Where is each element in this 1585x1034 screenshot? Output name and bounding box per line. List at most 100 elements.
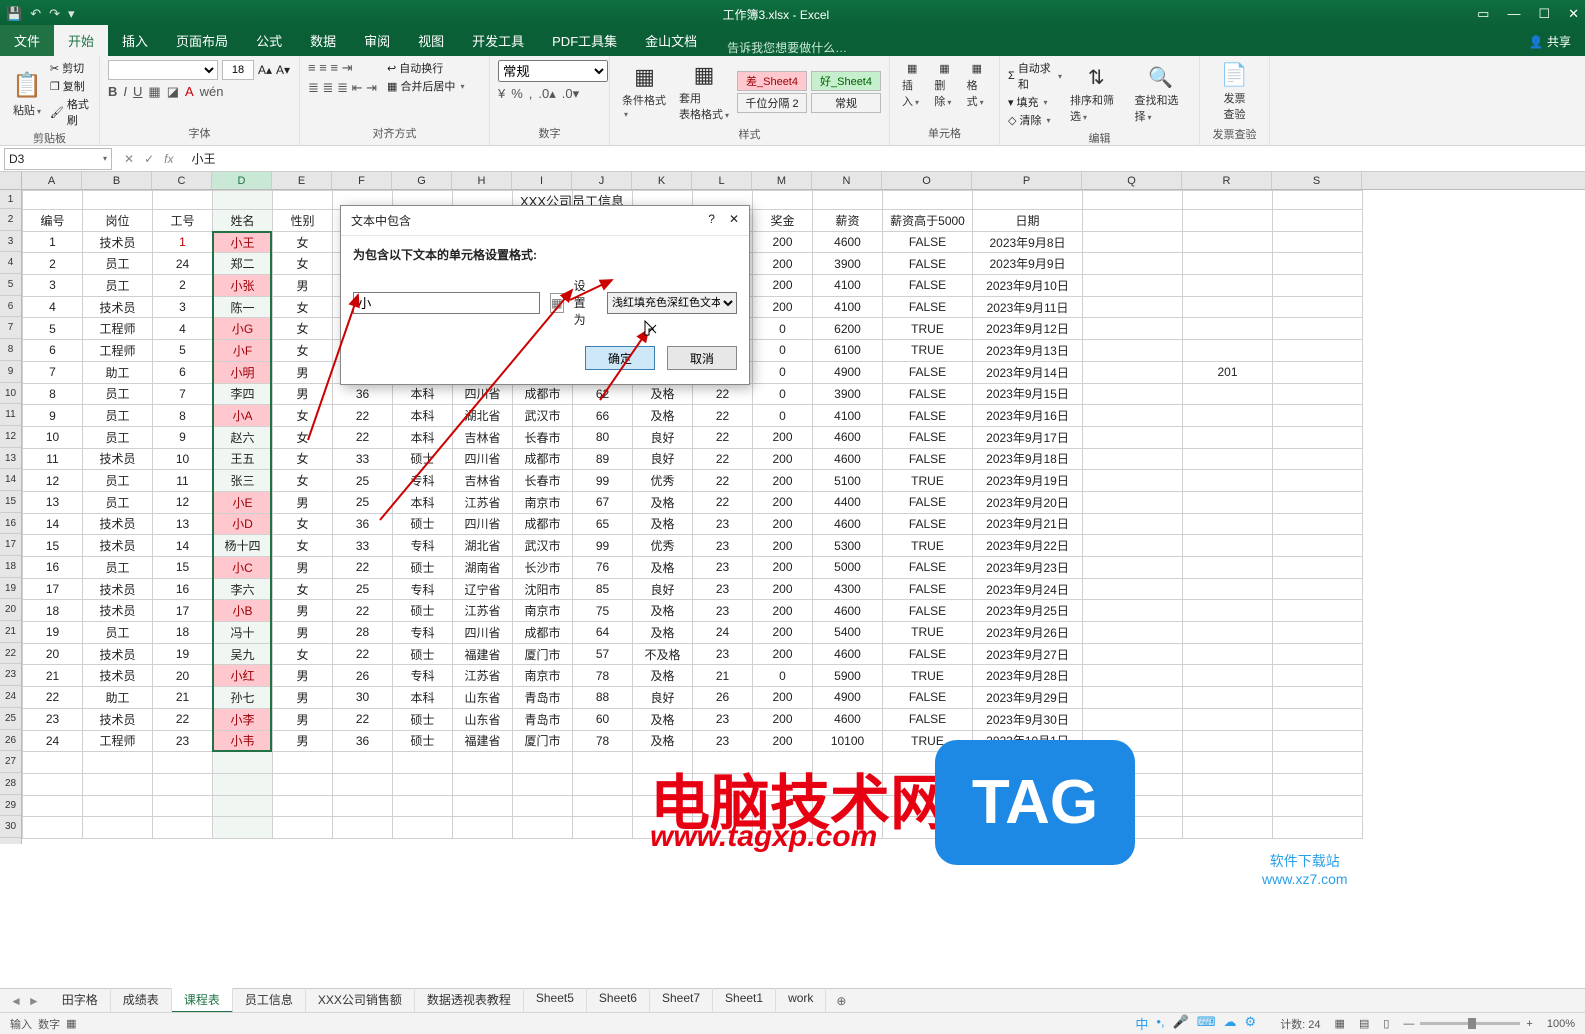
formula-input[interactable]: 小王 [185,148,1585,169]
sheet-tab-work[interactable]: work [776,988,826,1013]
painter-button[interactable]: 🖌 格式刷 [50,96,91,128]
tab-插入[interactable]: 插入 [108,25,162,56]
insert-cells-button[interactable]: ▦插入 [898,60,926,111]
keyboard-icon[interactable]: ⌨ [1197,1014,1216,1033]
fontcolor-icon[interactable]: A [185,84,194,100]
autosum-button[interactable]: Σ 自动求和 [1008,60,1062,92]
sheet-nav-next-icon[interactable]: ► [28,994,40,1008]
punct-icon[interactable]: •, [1156,1014,1164,1033]
sheet-nav-prev-icon[interactable]: ◄ [10,994,22,1008]
ime-icon[interactable]: 中 [1135,1014,1148,1033]
tab-file[interactable]: 文件 [0,25,54,56]
format-cells-button[interactable]: ▦格式 [963,60,991,111]
zoom-percent[interactable]: 100% [1547,1018,1575,1030]
find-select-button[interactable]: 🔍查找和选择 [1131,63,1191,126]
style-bad[interactable]: 差_Sheet4 [737,71,807,91]
tab-视图[interactable]: 视图 [404,25,458,56]
undo-icon[interactable]: ↶ [30,6,41,22]
redo-icon[interactable]: ↷ [49,6,60,22]
grid[interactable]: ABCDEFGHIJKLMNOPQRS 12345678910111213141… [0,172,1585,844]
copy-button[interactable]: ❐ 复制 [50,78,91,94]
formula-bar: D3 ✕ ✓ fx 小王 [0,146,1585,172]
sheet-tab-数据透视表教程[interactable]: 数据透视表教程 [415,988,524,1013]
sheet-tab-成绩表[interactable]: 成绩表 [111,988,172,1013]
shrink-font-icon[interactable]: A▾ [276,63,290,77]
cloud-icon[interactable]: ☁ [1224,1014,1237,1033]
cancel-entry-icon[interactable]: ✕ [124,152,134,166]
minimize-icon[interactable]: — [1507,6,1520,22]
number-format-select[interactable]: 常规 [498,60,608,82]
sheet-tab-Sheet7[interactable]: Sheet7 [650,988,713,1013]
sheet-tab-员工信息[interactable]: 员工信息 [233,988,306,1013]
clear-button[interactable]: ◇ 清除 [1008,112,1062,128]
view-normal-icon[interactable]: ▦ [1335,1017,1345,1030]
fx-icon[interactable]: fx [164,152,173,166]
fill-button[interactable]: ▾ 填充 [1008,94,1062,110]
font-size-input[interactable] [222,60,254,80]
select-all-cell[interactable] [0,172,22,190]
sheet-tab-田字格[interactable]: 田字格 [50,988,111,1013]
mic-icon[interactable]: 🎤 [1173,1014,1189,1033]
format-select[interactable]: 浅红填充色深红色文本 [607,292,737,314]
tab-审阅[interactable]: 审阅 [350,25,404,56]
style-normal[interactable]: 常规 [811,93,881,113]
sheet-tab-课程表[interactable]: 课程表 [172,988,233,1013]
text-contains-dialog: 文本中包含 ? ✕ 为包含以下文本的单元格设置格式: ▦ 设置为 浅红填充色深红… [340,205,750,385]
merge-button[interactable]: ▦ 合并后居中 [387,78,464,94]
view-break-icon[interactable]: ▯ [1383,1017,1389,1030]
italic-icon[interactable]: I [123,84,127,100]
qat-more-icon[interactable]: ▾ [68,6,75,22]
cut-button[interactable]: ✂ 剪切 [50,60,91,76]
bold-icon[interactable]: B [108,84,117,100]
grow-font-icon[interactable]: A▴ [258,63,272,77]
tab-页面布局[interactable]: 页面布局 [162,25,242,56]
dialog-help-icon[interactable]: ? [708,212,715,229]
tab-PDF工具集[interactable]: PDF工具集 [538,25,631,56]
style-comma[interactable]: 千位分隔 2 [737,93,807,113]
tab-开发工具[interactable]: 开发工具 [458,25,538,56]
close-icon[interactable]: ✕ [1568,6,1579,22]
tab-数据[interactable]: 数据 [296,25,350,56]
ok-button[interactable]: 确定 [585,346,655,370]
titlebar: 💾 ↶ ↷ ▾ 工作簿3.xlsx - Excel ▭ — ☐ ✕ [0,0,1585,28]
invoice-button[interactable]: 📄发票 查验 [1208,60,1261,124]
share-button[interactable]: 👤 共享 [1515,27,1585,56]
paste-button[interactable]: 📋粘贴 [8,69,46,120]
window-title: 工作簿3.xlsx - Excel [75,6,1478,23]
font-family-select[interactable] [108,60,218,80]
underline-icon[interactable]: U [133,84,142,100]
dialog-text-input[interactable] [353,292,540,314]
tab-开始[interactable]: 开始 [54,25,108,56]
cancel-button[interactable]: 取消 [667,346,737,370]
tab-公式[interactable]: 公式 [242,25,296,56]
wrap-button[interactable]: ↩ 自动换行 [387,60,464,76]
style-good[interactable]: 好_Sheet4 [811,71,881,91]
confirm-entry-icon[interactable]: ✓ [144,152,154,166]
sheet-tab-Sheet6[interactable]: Sheet6 [587,988,650,1013]
sheet-tab-Sheet1[interactable]: Sheet1 [713,988,776,1013]
save-icon[interactable]: 💾 [6,6,22,22]
table-format-button[interactable]: ▦套用 表格格式 [675,60,733,124]
settings-icon[interactable]: ⚙ [1245,1014,1257,1033]
tab-金山文档[interactable]: 金山文档 [631,25,711,56]
cond-format-button[interactable]: ▦条件格式 [618,62,671,122]
zoom-slider[interactable]: — + [1403,1018,1532,1030]
view-layout-icon[interactable]: ▤ [1359,1017,1369,1030]
range-picker-icon[interactable]: ▦ [550,293,564,313]
overlay-xz: 软件下载站 www.xz7.com [1262,851,1348,887]
row-headers[interactable]: 1234567891011121314151617181920212223242… [0,190,22,844]
border-icon[interactable]: ▦ [148,84,160,100]
tell-me[interactable]: 告诉我您想要做什么… [711,39,847,56]
fillcolor-icon[interactable]: ◪ [167,84,179,100]
delete-cells-button[interactable]: ▦删除 [930,60,958,111]
sort-filter-button[interactable]: ⇅排序和筛选 [1066,63,1126,126]
column-headers[interactable]: ABCDEFGHIJKLMNOPQRS [22,172,1585,190]
sheet-tab-XXX公司销售额[interactable]: XXX公司销售额 [306,988,415,1013]
ribbon-options-icon[interactable]: ▭ [1477,6,1489,22]
phonetic-icon[interactable]: wén [200,84,224,100]
add-sheet-icon[interactable]: ⊕ [826,994,856,1008]
sheet-tab-Sheet5[interactable]: Sheet5 [524,988,587,1013]
dialog-close-icon[interactable]: ✕ [729,212,739,229]
maximize-icon[interactable]: ☐ [1538,6,1550,22]
name-box[interactable]: D3 [4,148,112,170]
